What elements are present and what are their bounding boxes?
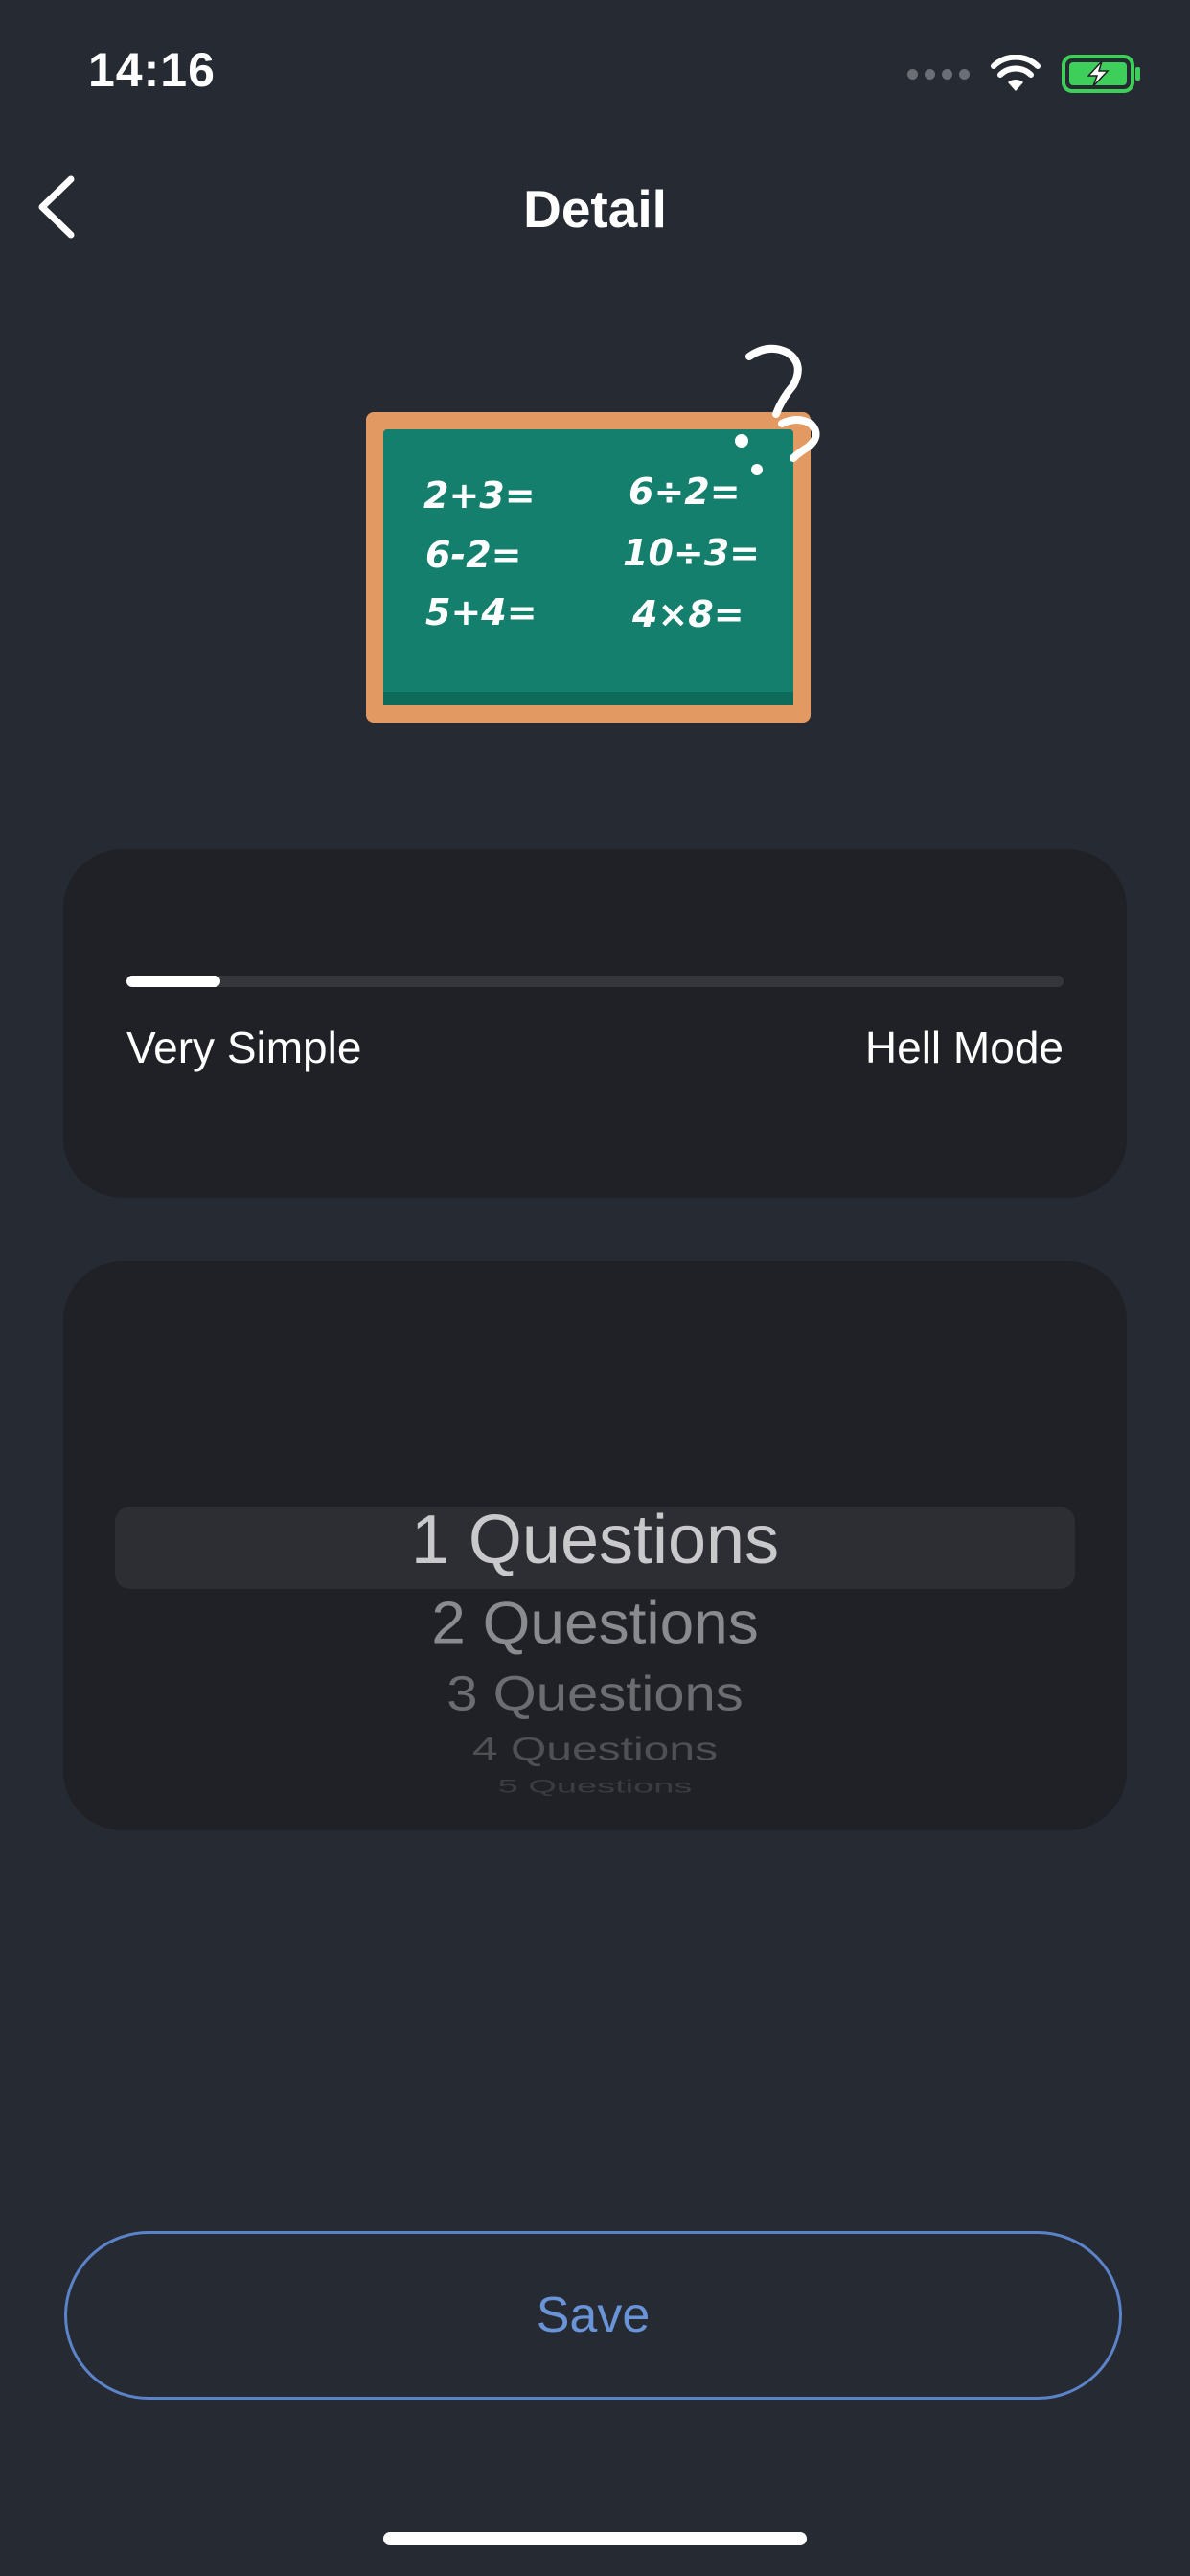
equation: 10÷3=	[623, 532, 760, 574]
question-count-picker[interactable]: 1 Questions 2 Questions 3 Questions 4 Qu…	[63, 1261, 1127, 1830]
cellular-signal-icon	[907, 68, 970, 80]
chalkboard-math-icon: 2+3= 6÷2= 6-2= 10÷3= 5+4= 4×8=	[366, 344, 820, 723]
picker-option[interactable]: 5 Questions	[63, 1777, 1127, 1798]
equation: 6÷2=	[629, 471, 741, 513]
picker-option[interactable]: 3 Questions	[63, 1666, 1127, 1722]
save-button[interactable]: Save	[64, 2231, 1122, 2400]
status-icons	[907, 50, 1142, 98]
difficulty-slider-fill	[126, 976, 220, 987]
equation: 5+4=	[425, 591, 538, 633]
wifi-icon	[991, 55, 1041, 91]
page-title: Detail	[523, 179, 667, 239]
status-time: 14:16	[88, 43, 216, 97]
picker-option[interactable]: 4 Questions	[63, 1731, 1127, 1769]
detail-screen: 14:16 Detail 2+3= 6÷2= 6-2= 10÷3= 5+4= 4…	[0, 0, 1190, 2576]
difficulty-slider[interactable]	[126, 976, 1064, 987]
difficulty-min-label: Very Simple	[126, 1023, 362, 1072]
equation: 6-2=	[425, 534, 522, 576]
equation: 2+3=	[423, 474, 536, 517]
picker-option[interactable]: 2 Questions	[63, 1588, 1127, 1657]
difficulty-max-label: Hell Mode	[864, 1023, 1064, 1072]
equation: 4×8=	[631, 593, 744, 635]
picker-option-selected[interactable]: 1 Questions	[63, 1501, 1127, 1579]
battery-charging-icon	[1062, 55, 1140, 93]
difficulty-card: Very Simple Hell Mode	[63, 849, 1127, 1198]
home-indicator	[383, 2532, 807, 2545]
